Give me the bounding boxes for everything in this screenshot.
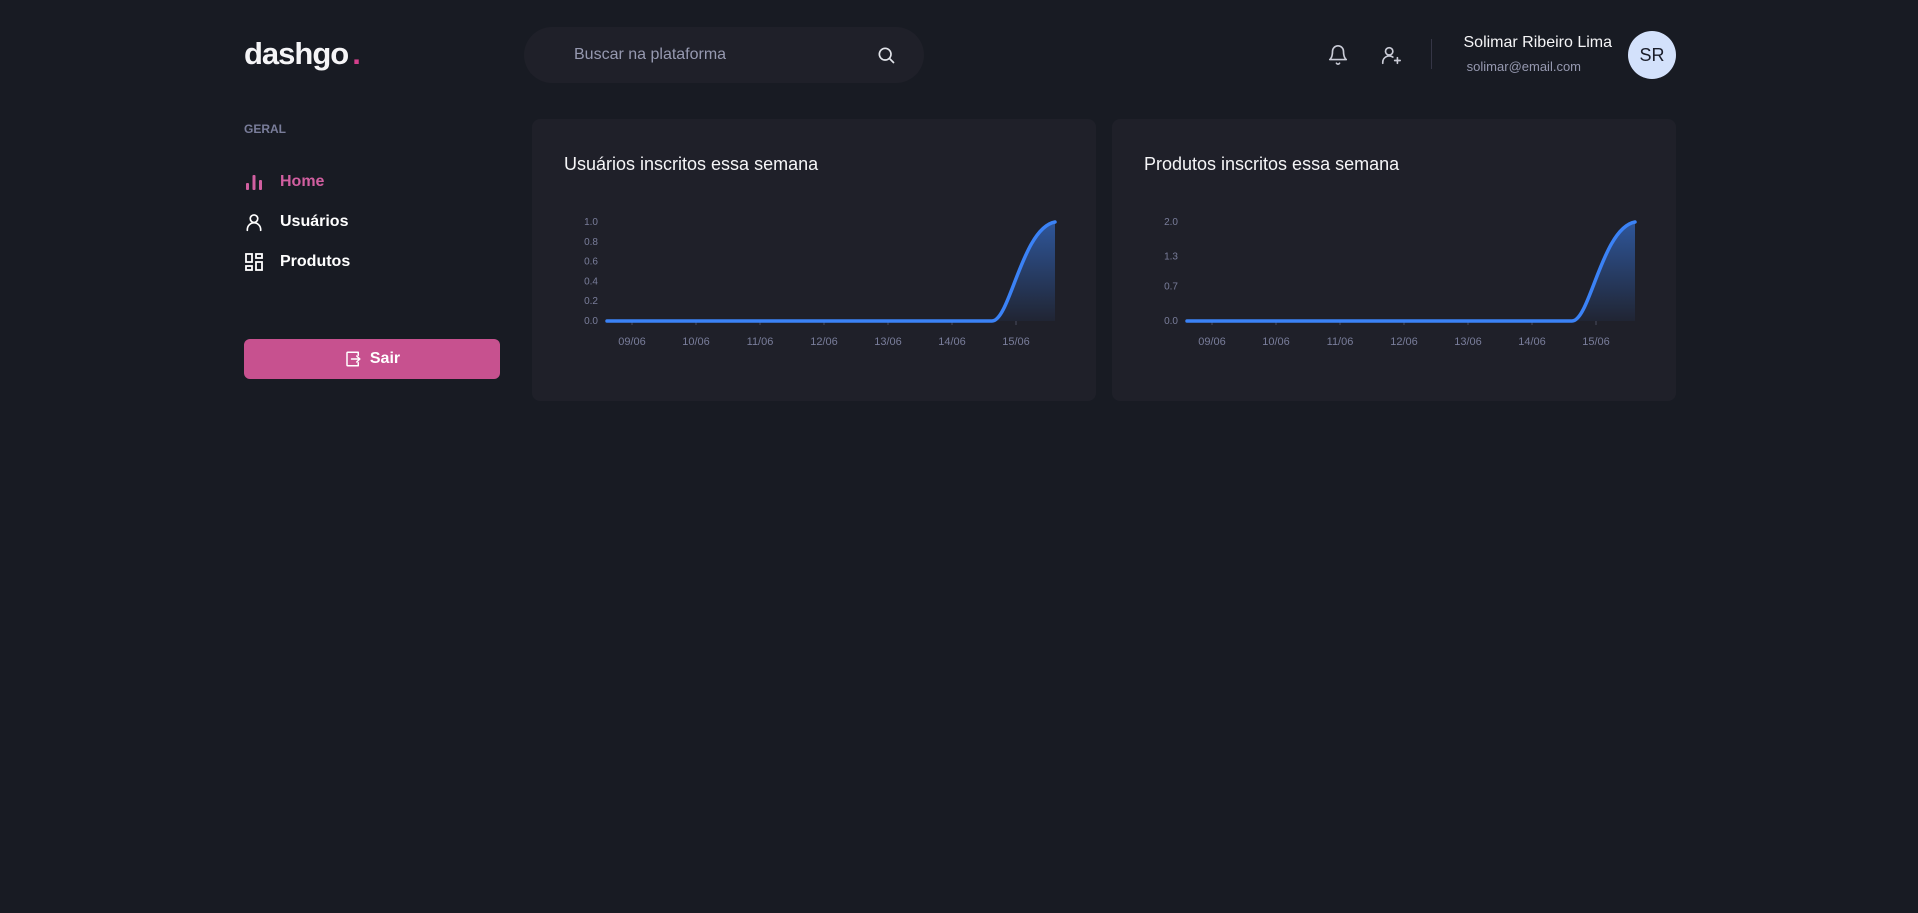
series-area <box>607 222 1055 321</box>
bell-icon[interactable] <box>1327 44 1349 66</box>
profile-email: solimar@email.com <box>1466 59 1581 74</box>
y-tick-label: 2.0 <box>1164 217 1178 228</box>
series-line <box>605 220 1057 323</box>
y-tick-label: 1.3 <box>1164 252 1178 263</box>
users-chart: 0.0 0.2 0.4 0.6 0.8 1.0 09/06 10/06 11/06 12/06 13… <box>584 217 1057 348</box>
logo[interactable]: dashgo. <box>244 36 361 72</box>
products-chart: 0.0 0.7 1.3 2.0 09/06 10/06 11/06 12/06 13/06 14/… <box>1164 217 1637 348</box>
sidebar-item-label: Produtos <box>280 253 351 270</box>
logout-button-label: Sair <box>369 350 401 367</box>
data-point <box>822 319 826 323</box>
sidebar-item-produtos[interactable]: Produtos <box>244 252 350 272</box>
sidebar-item-usuarios[interactable]: Usuários <box>244 212 348 232</box>
search-icon[interactable] <box>876 45 896 65</box>
y-tick-label: 0.0 <box>1164 316 1178 327</box>
data-point <box>1530 319 1534 323</box>
x-tick-label: 13/06 <box>1454 336 1482 348</box>
x-tick-label: 09/06 <box>618 336 646 348</box>
y-tick-label: 0.2 <box>584 296 598 307</box>
x-tick-label: 13/06 <box>874 336 902 348</box>
data-point <box>758 319 762 323</box>
grid-icon <box>244 252 264 272</box>
y-tick-label: 0.0 <box>584 316 598 327</box>
data-point <box>630 319 634 323</box>
data-point <box>1466 319 1470 323</box>
user-icon <box>244 212 264 232</box>
search-input[interactable] <box>572 45 876 65</box>
y-tick-label: 0.6 <box>584 257 598 268</box>
sidebar-item-home[interactable]: Home <box>244 172 324 192</box>
x-tick-label: 14/06 <box>1518 336 1546 348</box>
data-point <box>1633 220 1637 224</box>
logout-icon <box>344 350 362 368</box>
user-add-icon[interactable] <box>1380 44 1402 66</box>
data-point <box>1402 319 1406 323</box>
x-tick-label: 11/06 <box>1327 336 1354 348</box>
x-tick-label: 12/06 <box>810 336 838 348</box>
x-tick-label: 10/06 <box>1262 336 1290 348</box>
x-tick-label: 14/06 <box>938 336 966 348</box>
y-tick-label: 1.0 <box>584 217 598 228</box>
logo-dot: . <box>352 36 361 71</box>
sidebar-item-label: Usuários <box>280 213 349 230</box>
x-tick-label: 10/06 <box>682 336 710 348</box>
sidebar-item-label: Home <box>280 173 325 190</box>
data-point <box>1053 220 1057 224</box>
logo-text: dashgo <box>244 36 349 71</box>
x-tick-label: 09/06 <box>1198 336 1226 348</box>
chart-card-usuarios: Usuários inscritos essa semana 0.0 0.2 0.4… <box>532 119 1096 401</box>
chart-card-produtos: Produtos inscritos essa semana 0.0 0.7 1.3… <box>1112 119 1676 401</box>
x-tick-label: 12/06 <box>1390 336 1418 348</box>
bar-chart-icon <box>244 172 264 192</box>
data-point <box>694 319 698 323</box>
data-point <box>886 319 890 323</box>
y-tick-label: 0.4 <box>584 276 598 287</box>
series-area <box>1187 222 1635 321</box>
y-tick-label: 0.8 <box>584 237 598 248</box>
x-tick-label: 15/06 <box>1002 336 1030 348</box>
header-divider <box>1431 39 1432 69</box>
sidebar-section-title: GERAL <box>244 122 286 136</box>
series-line <box>1185 220 1637 323</box>
data-point <box>1338 319 1342 323</box>
data-point <box>1210 319 1214 323</box>
x-tick-label: 15/06 <box>1582 336 1610 348</box>
search-bar[interactable] <box>524 27 924 83</box>
data-point <box>950 319 954 323</box>
logout-button[interactable]: Sair <box>244 339 500 379</box>
y-tick-label: 0.7 <box>1164 281 1178 292</box>
x-tick-label: 11/06 <box>747 336 774 348</box>
profile-name: Solimar Ribeiro Lima <box>1463 34 1613 51</box>
avatar[interactable]: SR <box>1628 31 1676 79</box>
data-point <box>1274 319 1278 323</box>
